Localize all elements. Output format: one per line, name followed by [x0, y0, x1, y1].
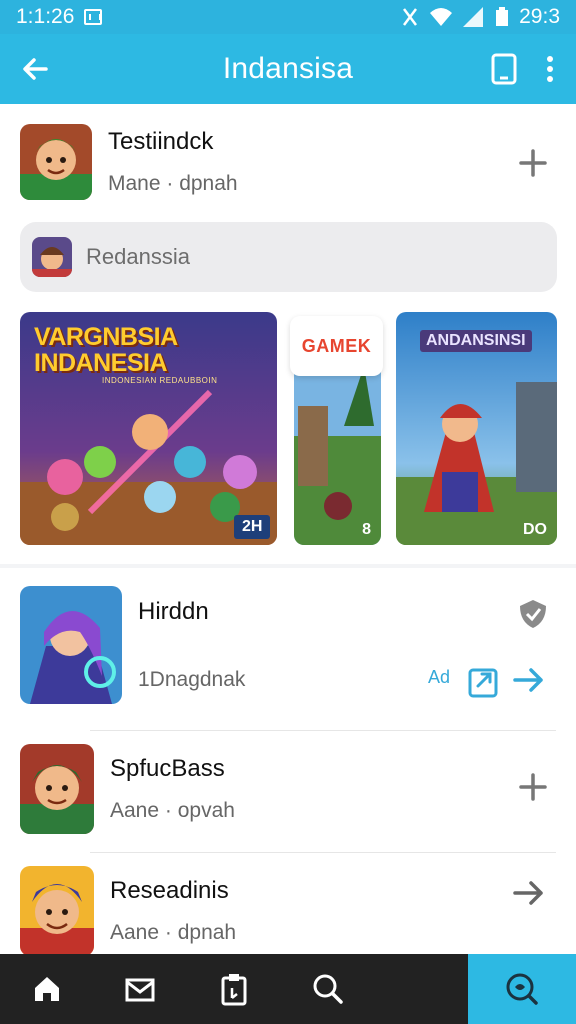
- tab-home[interactable]: [0, 954, 94, 1024]
- notification-icon: [84, 9, 103, 25]
- app-thumbnail: [20, 744, 94, 834]
- search-active-icon: [506, 973, 538, 1005]
- bottom-nav: [0, 954, 576, 1024]
- more-button[interactable]: [538, 49, 562, 89]
- app-name: SpfucBass: [110, 755, 225, 782]
- battery-icon: [496, 7, 509, 26]
- tab-library[interactable]: [187, 954, 281, 1024]
- banner-right-corner: DO: [523, 521, 547, 538]
- app-thumbnail: [20, 586, 122, 704]
- arrow-right-icon: [513, 881, 543, 905]
- list-item[interactable]: Reseadinis Aane · dpnah: [20, 866, 236, 956]
- wifi-icon: [430, 8, 453, 26]
- add-button[interactable]: [518, 772, 548, 808]
- divider: [90, 852, 556, 853]
- status-battery-text: 29:3: [519, 5, 560, 28]
- app-subtitle: 1Dnagdnak: [138, 668, 246, 691]
- search-icon: [313, 974, 343, 1004]
- list-item[interactable]: Hirddn 1Dnagdnak: [20, 586, 245, 704]
- home-icon: [34, 977, 59, 1001]
- app-bar: Indansisa: [0, 34, 576, 104]
- device-button[interactable]: [484, 49, 524, 89]
- mail-icon: [125, 978, 155, 1002]
- tab-discover[interactable]: [468, 954, 576, 1024]
- plus-icon: [519, 773, 547, 801]
- app-thumbnail: [20, 124, 92, 200]
- banner-right[interactable]: ANDANSINSI DO: [396, 312, 557, 545]
- more-vert-icon: [547, 56, 553, 82]
- tab-search[interactable]: [281, 954, 375, 1024]
- arrow-left-icon: [23, 58, 48, 80]
- ad-label: Ad: [428, 667, 451, 687]
- status-time: 1:1:26: [16, 5, 75, 28]
- divider: [90, 730, 556, 731]
- back-button[interactable]: [0, 34, 70, 104]
- app-subtitle: Mane · dpnah: [108, 172, 238, 195]
- status-bar: 1:1:26 29:3: [0, 0, 576, 34]
- search-avatar: [32, 237, 72, 277]
- game-badge: GAMEK: [290, 316, 383, 376]
- featured-card: Testiindck Mane · dpnah Redanssia VARGNB…: [0, 104, 576, 564]
- banner-small-corner: 8: [362, 521, 371, 538]
- app-subtitle: Aane · opvah: [110, 799, 235, 822]
- plus-icon: [519, 149, 547, 177]
- content-area: Testiindck Mane · dpnah Redanssia VARGNB…: [0, 104, 576, 956]
- app-name: Testiindck: [108, 128, 214, 155]
- banner-main-subtitle: INDONESIAN REDAUBBOIN: [102, 376, 218, 385]
- search-input[interactable]: Redanssia: [86, 244, 190, 270]
- app-list: Hirddn 1Dnagdnak Ad SpfucBass Aane · opv…: [0, 568, 576, 956]
- app-name: Reseadinis: [110, 877, 229, 904]
- banner-main-corner: 2H: [242, 518, 263, 535]
- shield-icon: [520, 600, 546, 628]
- external-icon: [468, 668, 498, 698]
- arrow-right-icon: [513, 668, 543, 692]
- open-item-3-button[interactable]: [512, 878, 546, 914]
- open-item-1-button[interactable]: [512, 665, 546, 701]
- banner-main-title: VARGNBSIA INDANESIA: [34, 323, 177, 377]
- add-button[interactable]: [518, 148, 548, 184]
- banner-right-title: ANDANSINSI: [420, 330, 532, 352]
- signal-icon: [463, 7, 484, 27]
- app-name: Hirddn: [138, 598, 209, 625]
- nfc-icon: [403, 8, 418, 26]
- list-item[interactable]: SpfucBass Aane · opvah: [20, 744, 235, 834]
- tablet-icon: [491, 53, 517, 85]
- banner-main[interactable]: VARGNBSIA INDANESIA INDONESIAN REDAUBBOI…: [20, 312, 277, 545]
- clipboard-icon: [221, 974, 247, 1006]
- app-subtitle: Aane · dpnah: [110, 921, 237, 944]
- app-thumbnail: [20, 866, 94, 956]
- tab-messages[interactable]: [94, 954, 188, 1024]
- verified-badge: [518, 598, 548, 635]
- open-external-button[interactable]: [468, 664, 500, 703]
- search-bar[interactable]: Redanssia: [20, 222, 557, 292]
- top-app-row[interactable]: Testiindck Mane · dpnah: [20, 124, 238, 200]
